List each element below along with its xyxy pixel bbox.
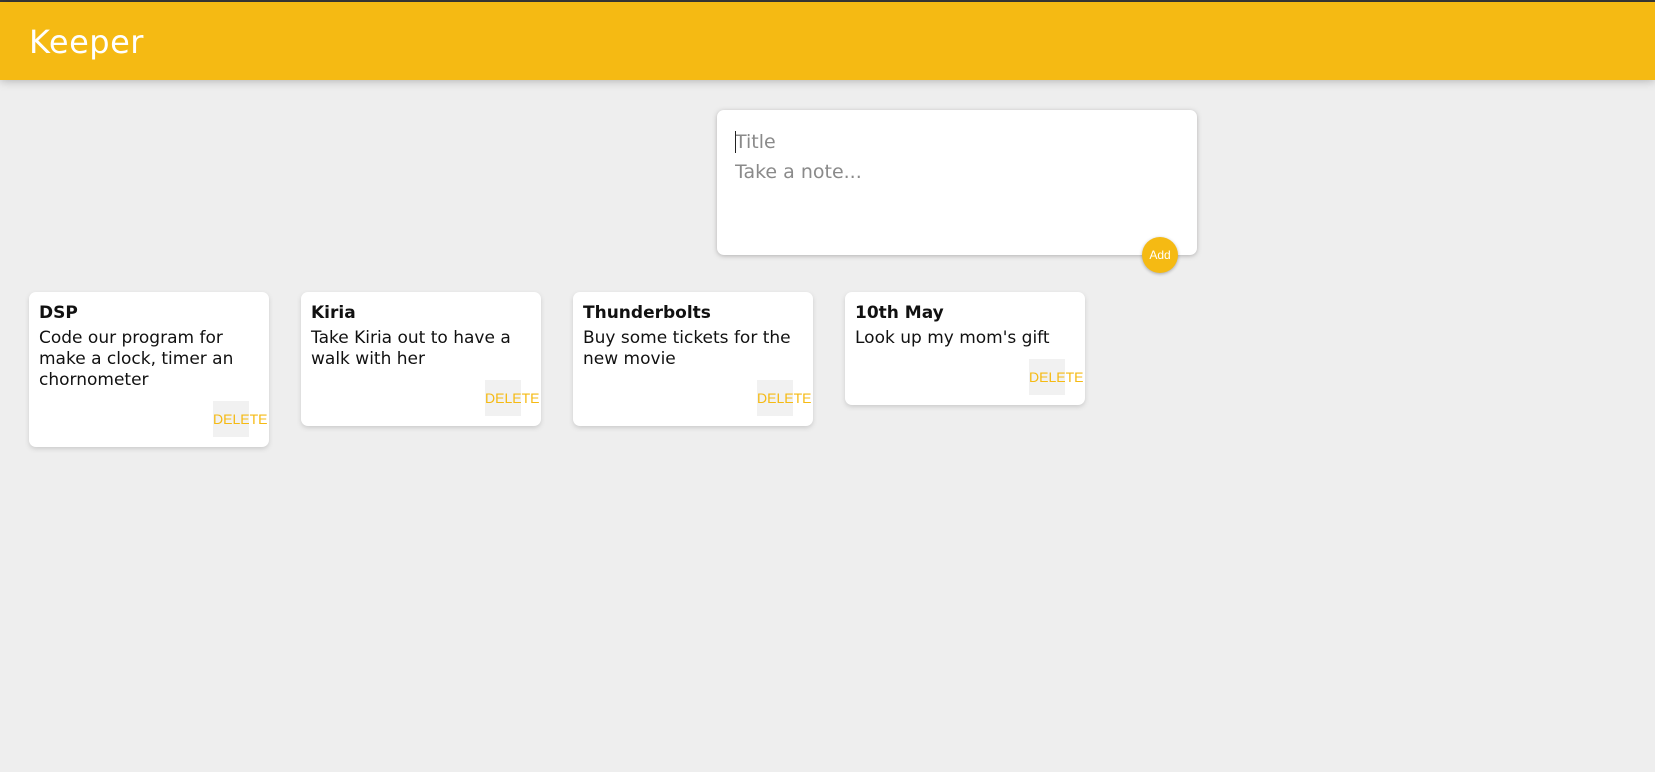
delete-note-button[interactable]: DELETE xyxy=(485,380,539,416)
note-title: Thunderbolts xyxy=(583,303,711,323)
create-note-form xyxy=(717,110,1197,255)
delete-note-button[interactable]: DELETE xyxy=(1029,359,1083,395)
note-title: DSP xyxy=(39,303,78,323)
note-card: DSP Code our program for make a clock, t… xyxy=(29,292,269,447)
delete-label: DELETE xyxy=(485,390,540,406)
note-card: Kiria Take Kiria out to have a walk with… xyxy=(301,292,541,426)
delete-label: DELETE xyxy=(1029,369,1084,385)
note-title-input[interactable] xyxy=(735,129,1175,155)
app-title: Keeper xyxy=(29,23,144,61)
note-card: 10th May Look up my mom's gift DELETE xyxy=(845,292,1085,405)
note-content-input[interactable] xyxy=(735,161,1175,221)
note-content: Look up my mom's gift xyxy=(855,328,1050,348)
delete-note-button[interactable]: DELETE xyxy=(757,380,811,416)
note-content: Take Kiria out to have a walk with her xyxy=(311,328,517,369)
delete-label: DELETE xyxy=(213,411,268,427)
note-title: Kiria xyxy=(311,303,356,323)
note-card: Thunderbolts Buy some tickets for the ne… xyxy=(573,292,813,426)
note-content: Buy some tickets for the new movie xyxy=(583,328,797,369)
note-title: 10th May xyxy=(855,303,944,323)
delete-note-button[interactable]: DELETE xyxy=(213,401,267,437)
text-cursor xyxy=(735,131,736,153)
add-note-button[interactable]: Add xyxy=(1142,237,1178,273)
app-header: Keeper xyxy=(0,2,1655,80)
delete-label: DELETE xyxy=(757,390,812,406)
note-content: Code our program for make a clock, timer… xyxy=(39,328,239,390)
